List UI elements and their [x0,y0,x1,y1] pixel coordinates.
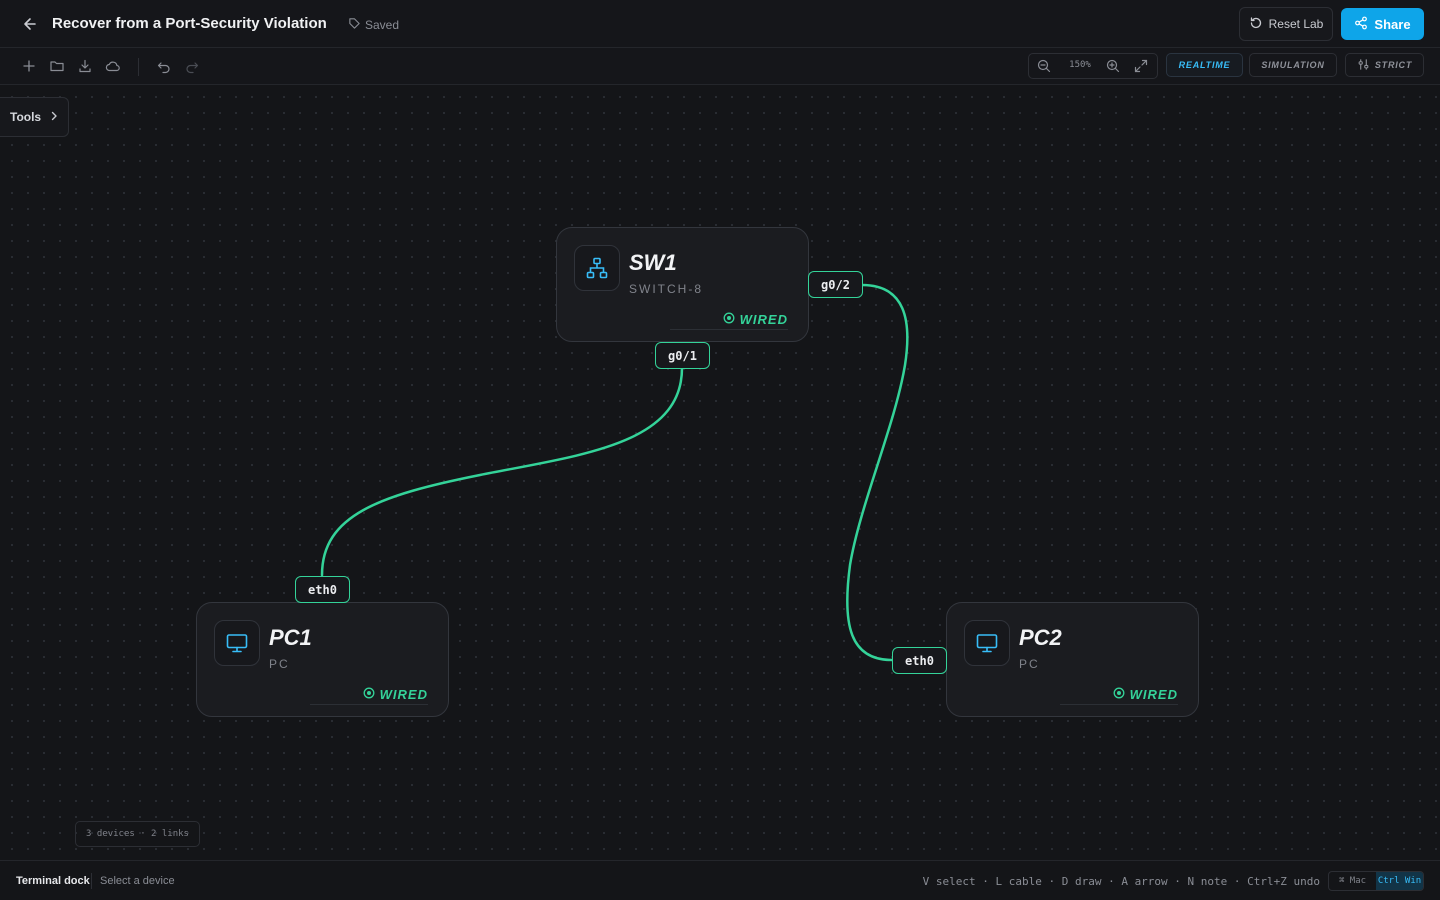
page-title: Recover from a Port-Security Violation [52,15,327,32]
toolbar-divider [138,58,139,76]
sliders-icon [1357,58,1370,73]
device-status-label: WIRED [739,312,788,327]
link-sw1-pc2[interactable] [846,283,909,662]
terminal-dock-label[interactable]: Terminal dock [16,875,90,887]
mode-simulation-button[interactable]: SIMULATION [1249,53,1337,77]
header-bar: Recover from a Port-Security Violation S… [0,0,1440,48]
open-folder-icon[interactable] [49,58,65,74]
os-option-win[interactable]: Ctrl Win [1376,872,1423,890]
zoom-out-icon[interactable] [1036,58,1052,74]
mode-strict-button[interactable]: STRICT [1345,53,1424,77]
reset-lab-button[interactable]: Reset Lab [1239,7,1333,41]
monitor-icon [964,620,1010,666]
links-layer [320,283,909,662]
mode-realtime-button[interactable]: REALTIME [1166,53,1243,77]
device-name: SW1 [629,250,677,275]
share-label: Share [1374,16,1411,32]
device-name: PC2 [1019,625,1062,650]
mode-strict-label: STRICT [1374,60,1413,70]
zoom-level[interactable]: 150% [1067,60,1093,70]
add-icon[interactable] [21,58,37,74]
status-dot-icon [723,312,735,327]
device-pc1[interactable]: PC1 PC WIRED [196,602,449,717]
port-sw1-g0-1[interactable]: g0/1 [655,342,710,369]
link-sw1-pc1[interactable] [320,366,684,577]
undo-icon[interactable] [156,58,172,74]
status-divider [310,704,428,705]
device-type: PC [269,657,290,671]
os-option-mac[interactable]: ⌘ Mac [1329,872,1376,890]
redo-icon[interactable] [184,58,200,74]
reset-lab-label: Reset Lab [1268,17,1324,31]
device-type: SWITCH-8 [629,282,703,296]
zoom-in-icon[interactable] [1105,58,1121,74]
keyboard-shortcuts: V select · L cable · D draw · A arrow · … [922,875,1320,888]
save-status: Saved [348,17,399,33]
device-name: PC1 [269,625,312,650]
device-status: WIRED [363,687,428,702]
share-button[interactable]: Share [1341,8,1424,40]
back-arrow-icon[interactable] [20,14,40,34]
cloud-icon[interactable] [105,58,121,74]
monitor-icon [214,620,260,666]
device-status-label: WIRED [1129,687,1178,702]
network-switch-icon [574,245,620,291]
zoom-controls: 150% [1028,53,1158,79]
download-icon[interactable] [77,58,93,74]
os-toggle: ⌘ Mac Ctrl Win [1328,871,1424,891]
status-dot-icon [363,687,375,702]
status-divider [670,329,788,330]
dock-hint: Select a device [100,875,175,887]
save-status-label: Saved [365,18,400,32]
device-status-label: WIRED [379,687,428,702]
device-status: WIRED [723,312,788,327]
dock-divider [91,873,92,889]
device-type: PC [1019,657,1040,671]
port-pc2-eth0[interactable]: eth0 [892,647,947,674]
port-sw1-g0-2[interactable]: g0/2 [808,271,863,298]
status-dot-icon [1113,687,1125,702]
reset-icon [1249,16,1263,33]
fit-to-screen-icon[interactable] [1133,58,1149,74]
port-pc1-eth0[interactable]: eth0 [295,576,350,603]
device-status: WIRED [1113,687,1178,702]
toolbar: 150% REALTIME SIMULATION STRICT [0,48,1440,85]
mode-simulation-label: SIMULATION [1261,60,1325,70]
terminal-dock-bar: Terminal dock Select a device V select ·… [0,860,1440,900]
tag-icon [348,17,361,33]
topology-summary: 3 devices · 2 links [75,821,200,847]
device-pc2[interactable]: PC2 PC WIRED [946,602,1199,717]
mode-realtime-label: REALTIME [1178,60,1231,70]
topology-canvas[interactable]: Tools SW1 SWITCH-8 WIRED PC1 PC WIRED PC… [0,85,1440,860]
device-sw1[interactable]: SW1 SWITCH-8 WIRED [556,227,809,342]
status-divider [1060,704,1178,705]
share-icon [1354,16,1368,33]
